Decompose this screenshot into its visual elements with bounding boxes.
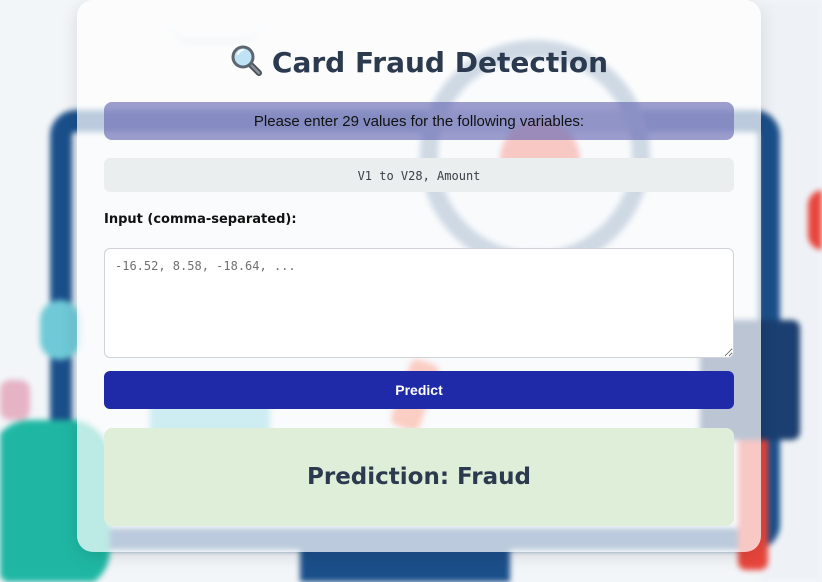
page-title-text: Card Fraud Detection — [271, 46, 609, 79]
variables-hint: V1 to V28, Amount — [104, 158, 734, 192]
bg-pink-shape — [0, 380, 30, 420]
predict-button[interactable]: Predict — [104, 371, 734, 409]
input-label: Input (comma-separated): — [104, 212, 297, 227]
magnifying-glass-icon — [231, 45, 262, 76]
bg-monitor-stand — [300, 548, 510, 582]
bg-teal-shape-small — [40, 300, 80, 360]
bg-red-edge — [808, 190, 822, 250]
values-input[interactable] — [104, 248, 734, 358]
page-title: Card Fraud Detection — [77, 44, 761, 79]
fraud-detection-card: Card Fraud Detection Please enter 29 val… — [77, 0, 761, 552]
prediction-result: Prediction: Fraud — [104, 428, 734, 526]
instructions-banner: Please enter 29 values for the following… — [104, 102, 734, 140]
